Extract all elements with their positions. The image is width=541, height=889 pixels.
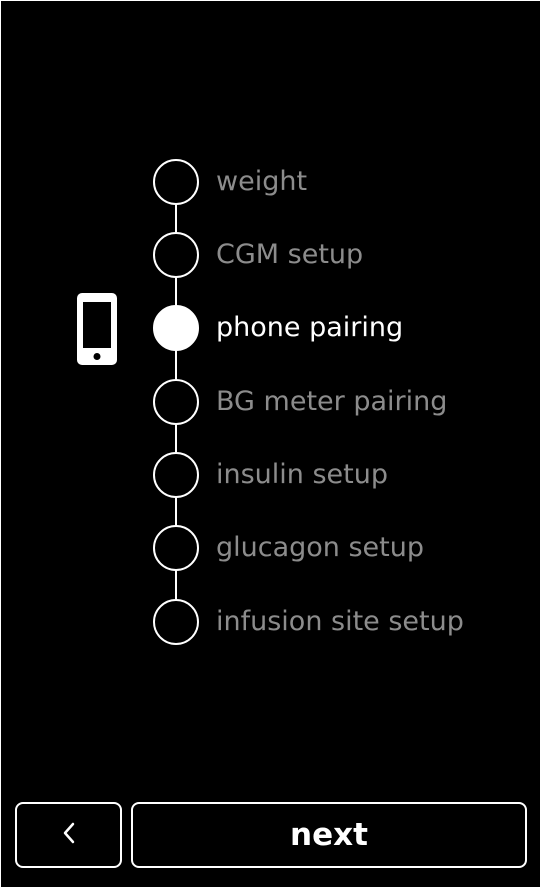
step-label: insulin setup (216, 459, 389, 490)
step-label: CGM setup (216, 239, 364, 270)
step-infusion-site-setup: infusion site setup (153, 599, 540, 645)
setup-progress-screen: weight CGM setup phone pairing BG meter … (1, 1, 540, 887)
step-bg-meter-pairing: BG meter pairing (153, 379, 540, 425)
step-insulin-setup: insulin setup (153, 452, 540, 498)
step-weight: weight (153, 159, 540, 205)
step-label: glucagon setup (216, 532, 425, 563)
back-button[interactable] (15, 802, 122, 868)
smartphone-icon (75, 292, 119, 366)
step-cgm-setup: CGM setup (153, 232, 540, 278)
step-marker (153, 159, 199, 205)
step-label: infusion site setup (216, 606, 464, 637)
step-marker (153, 452, 199, 498)
step-marker (153, 379, 199, 425)
step-marker (153, 232, 199, 278)
step-label: weight (216, 166, 308, 197)
chevron-left-icon (61, 820, 77, 850)
next-button[interactable]: next (131, 802, 527, 868)
step-marker-active (153, 305, 199, 351)
step-phone-pairing: phone pairing (153, 305, 540, 351)
step-marker (153, 599, 199, 645)
next-button-label: next (290, 817, 368, 853)
step-label: phone pairing (216, 312, 404, 343)
step-glucagon-setup: glucagon setup (153, 525, 540, 571)
step-label: BG meter pairing (216, 386, 448, 417)
step-marker (153, 525, 199, 571)
